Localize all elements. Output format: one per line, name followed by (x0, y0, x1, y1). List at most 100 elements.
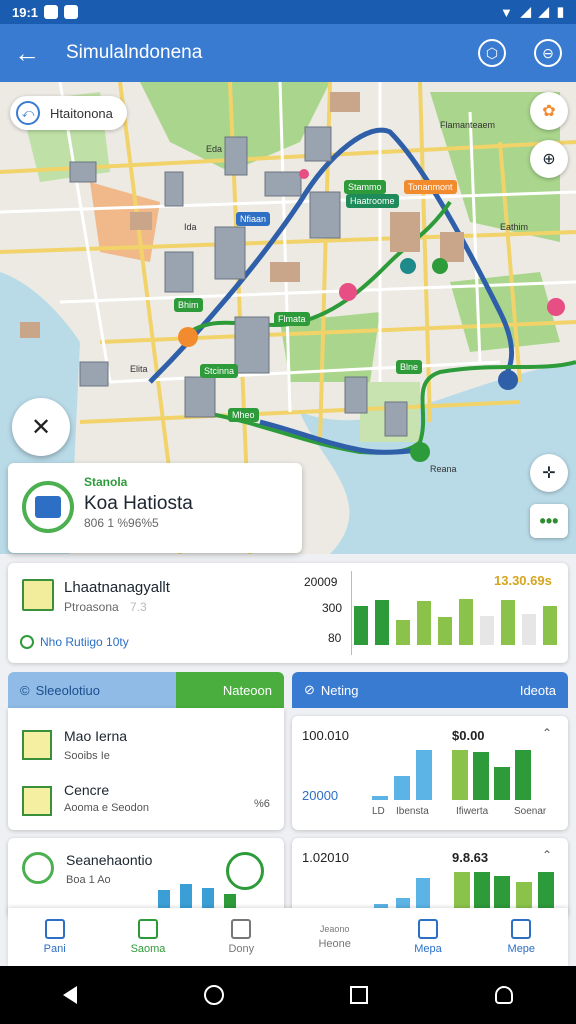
app-bar: ← Simulalndonena ⬡ ⊖ (0, 24, 576, 82)
map-label: Eda (206, 144, 223, 154)
map-tag[interactable]: Blne (396, 360, 423, 374)
route-icon: ⤺ (16, 101, 40, 125)
axis-label: 20009 (304, 575, 338, 589)
lower-right-left-value: 1.02010 (302, 850, 349, 865)
left-panel-card: Mao Ierna Sooibs Ie Cencre Aooma e Seodo… (8, 708, 284, 830)
chart-divider (351, 571, 352, 655)
summary-subtitle: Ptroasona 7.3 (64, 600, 147, 614)
row-subtitle: Sooibs Ie (64, 750, 110, 762)
place-info-card[interactable]: Stanola Koa Hatiosta 806 1 %96%5 (8, 463, 302, 553)
summary-bar (438, 617, 452, 645)
summary-bar (354, 606, 368, 645)
right-panel-bar (473, 752, 489, 800)
summary-title: Lhaatnanagyallt (64, 579, 170, 596)
bottom-navigation: Pani Saoma Dony Jeaono Heone Mepa Mepe (8, 908, 568, 966)
city-hall-icon (22, 579, 54, 611)
chart-top-left-value: 100.010 (302, 728, 349, 743)
right-panel-bar (394, 776, 410, 800)
notification-icon (44, 5, 59, 19)
nav-item-more[interactable]: Jeaono Heone (288, 908, 381, 966)
map-tag[interactable]: Nfiaan (236, 212, 271, 226)
map-tag[interactable]: Mheo (228, 408, 259, 422)
shield-icon[interactable]: ⬡ (478, 39, 506, 67)
nav-item-home[interactable]: Pani (8, 908, 101, 966)
signal-icon: ◢ (520, 4, 531, 19)
chevron-up-icon[interactable]: ⌃ (542, 726, 552, 740)
route-link[interactable]: Nho Rutiigo 10ty (20, 635, 129, 649)
summary-bar (375, 600, 389, 645)
nav-item-list[interactable]: Mepe (475, 908, 568, 966)
summary-bar (522, 614, 536, 645)
summary-percent: 13.30.69s (494, 573, 552, 588)
center-map-button[interactable]: ✕ (12, 398, 70, 456)
axis-label: 300 (322, 601, 343, 615)
list-icon (511, 919, 532, 939)
nav-item-stats[interactable]: Saoma (101, 908, 194, 966)
map-tag[interactable]: Haatroome (346, 194, 399, 208)
tab-right-panel-primary[interactable]: ⊘ Neting (292, 672, 432, 708)
system-back-icon[interactable] (63, 986, 78, 1004)
house-icon (417, 919, 438, 939)
chart-category-label: Soenar (514, 806, 547, 817)
system-home-icon[interactable] (203, 985, 224, 1005)
chart-category-label: Ifiwerta (456, 806, 489, 817)
row-title: Mao Ierna (64, 728, 128, 744)
map-tag[interactable]: Flmata (274, 312, 310, 326)
row-note: %6 (254, 798, 270, 810)
lower-left-card[interactable]: Seanehaontio Boa 1 Ao (8, 838, 284, 918)
row-title: Cencre (64, 782, 110, 798)
lower-right-card[interactable]: 1.02010 9.8.63 ⌃ (292, 838, 568, 918)
map-search-label: Htaitonona (50, 105, 113, 121)
building-icon (22, 730, 52, 760)
status-time: 19:1 (12, 4, 39, 20)
nav-item-docs[interactable]: Dony (195, 908, 288, 966)
calculator-icon (22, 852, 54, 884)
chart-icon (137, 919, 158, 939)
chart-top-right-value: $0.00 (452, 728, 485, 743)
chart-axis-label: 20000 (302, 788, 339, 803)
right-panel-bar (515, 750, 531, 800)
map-label: Reana (430, 464, 457, 474)
map-tag[interactable]: Stammo (344, 180, 386, 194)
axis-label: 80 (328, 631, 342, 645)
summary-card[interactable]: Lhaatnanagyallt Ptroasona 7.3 Nho Rutiig… (8, 563, 568, 663)
locate-icon[interactable]: ⊕ (530, 140, 568, 178)
summary-bar (480, 616, 494, 645)
clock-icon (226, 852, 264, 890)
map-tag[interactable]: Bhim (174, 298, 203, 312)
nav-item-map[interactable]: Mepa (381, 908, 474, 966)
map-label: Elita (130, 364, 148, 374)
system-recents-icon[interactable] (350, 986, 369, 1004)
summary-bar (501, 600, 515, 645)
battery-icon: ▮ (556, 4, 564, 19)
place-name: Koa Hatiosta (84, 493, 193, 514)
summary-bar (543, 606, 557, 645)
map-label: Flamanteaem (440, 120, 496, 130)
right-panel-bar (372, 796, 388, 800)
summary-bar (417, 601, 431, 645)
tab-left-panel-primary[interactable]: © Sleeolotiuo (8, 672, 176, 708)
more-options-button[interactable]: ••• (530, 504, 568, 538)
compass-icon[interactable]: ✛ (530, 454, 568, 492)
lower-right-right-value: 9.8.63 (452, 850, 489, 865)
accessibility-icon[interactable] (494, 986, 513, 1004)
right-panel-chart-card: 100.010 $0.00 ⌃ 20000 LD Ibensta Ifiwert… (292, 716, 568, 830)
system-navigation-bar (0, 966, 576, 1024)
chevron-up-icon[interactable]: ⌃ (542, 848, 552, 862)
lower-left-title: Seanehaontio (66, 852, 153, 868)
status-bar: 19:1 ▼ ◢ ◢ ▮ (0, 0, 576, 24)
map-search-pill[interactable]: ⤺ Htaitonona (10, 96, 127, 130)
tab-left-panel-secondary[interactable]: Nateoon (176, 672, 284, 708)
layers-icon[interactable]: ✿ (530, 92, 568, 130)
map-tag[interactable]: Tonanmont (404, 180, 457, 194)
place-detail: 806 1 %96%5 (84, 516, 159, 530)
tab-right-panel-secondary[interactable]: Ideota (432, 672, 568, 708)
folder-icon (231, 919, 252, 939)
check-icon: ⊘ (304, 682, 315, 697)
compass-icon[interactable]: ⊖ (534, 39, 562, 67)
back-arrow-icon[interactable]: ← (14, 38, 48, 69)
chart-category-label: LD (372, 806, 385, 817)
chart-category-label: Ibensta (396, 806, 429, 817)
right-panel-bar (416, 750, 432, 800)
map-tag[interactable]: Stcinna (200, 364, 239, 378)
